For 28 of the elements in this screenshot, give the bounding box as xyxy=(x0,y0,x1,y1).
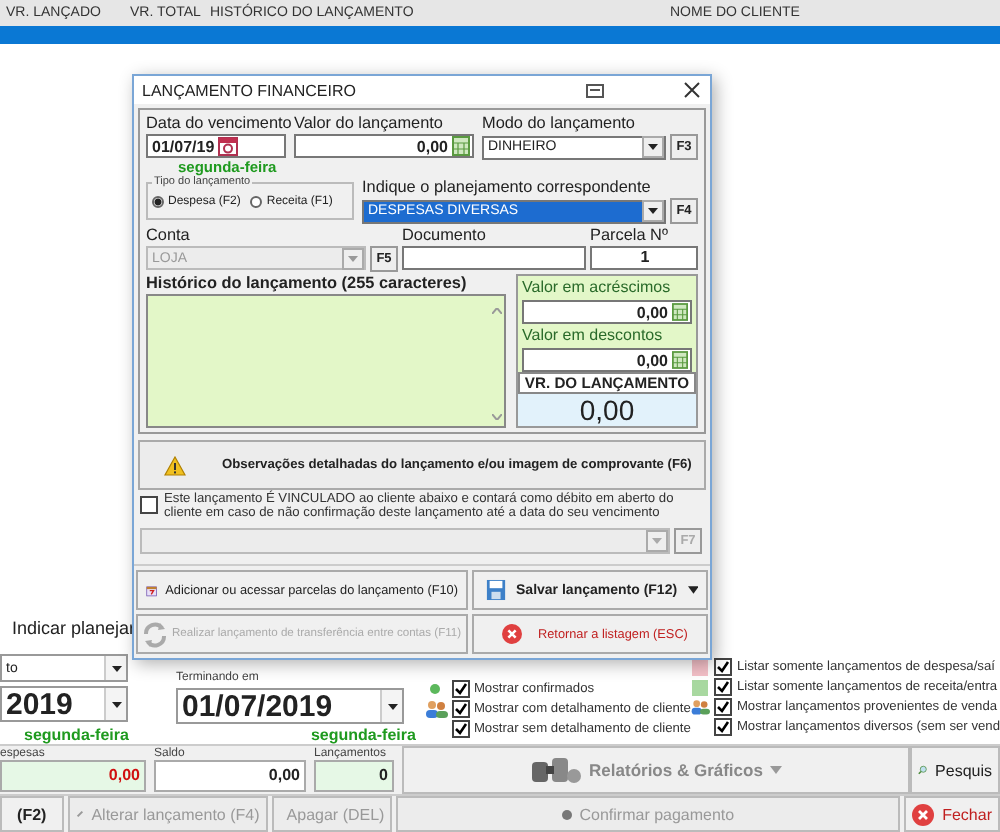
weekday-label: segunda-feira xyxy=(22,726,131,744)
amount-field[interactable]: 0,00 xyxy=(522,300,692,325)
field-label: Histórico do lançamento (255 caracteres) xyxy=(146,274,469,295)
search-button[interactable]: Pesquis xyxy=(910,746,1000,794)
field-label: Valor do lançamento xyxy=(294,114,445,135)
field-label: Parcela Nº xyxy=(590,225,670,246)
field-label: Indique o planejamento correspondente xyxy=(362,178,653,199)
field-label: Conta xyxy=(146,225,192,246)
total-value: 0 xyxy=(314,760,394,792)
date-field[interactable]: 01/07/19 xyxy=(146,134,286,159)
plan-button[interactable]: Indicar planejar xyxy=(0,608,132,650)
field-label: Data do vencimento xyxy=(146,114,286,135)
total-value: 0,00 xyxy=(579,394,635,427)
action-button[interactable]: (F2) xyxy=(0,796,64,832)
total-value: 0,00 xyxy=(0,760,146,792)
total-value: 0,00 xyxy=(154,760,306,792)
installment-field[interactable]: 1 xyxy=(590,245,698,270)
field-label: Valor em descontos xyxy=(522,326,665,347)
field-label: Documento xyxy=(402,225,488,246)
end-date-field[interactable]: 01/07/2019 xyxy=(176,688,404,724)
start-date-field[interactable]: 2019 xyxy=(0,686,128,722)
amount-field[interactable]: 0,00 xyxy=(522,348,692,373)
weekday-label: segunda-feira xyxy=(310,726,418,744)
amount-field[interactable]: 0,00 xyxy=(294,134,474,159)
close-button[interactable]: Fechar xyxy=(904,796,1000,832)
field-label: Valor em acréscimos xyxy=(522,278,673,299)
field-label: Modo do lançamento xyxy=(482,114,637,135)
dialog-title: LANÇAMENTO FINANCEIRO xyxy=(142,81,358,100)
